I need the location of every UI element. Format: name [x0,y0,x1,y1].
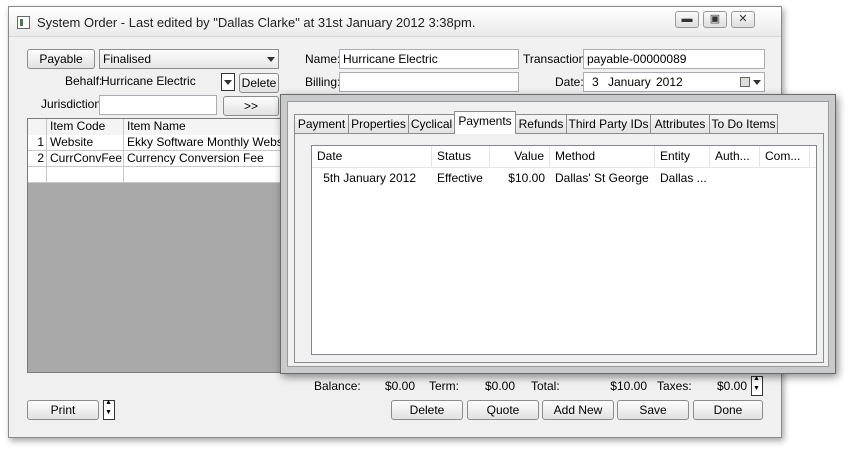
payment-details-popup: Payment Properties Cyclical Payments Ref… [280,94,836,374]
column-header-date[interactable]: Date [312,146,432,168]
taxes-label: Taxes: [657,379,692,393]
tab-payment[interactable]: Payment [294,114,349,133]
name-label: Name: [305,52,341,66]
column-header-value[interactable]: Value [490,146,550,168]
table-row[interactable] [28,167,280,183]
delete-button[interactable]: Delete [391,400,463,420]
window-title: System Order - Last edited by "Dallas Cl… [37,15,476,30]
term-value: $0.00 [484,379,515,393]
date-month[interactable]: January [608,73,651,91]
item-code-cell[interactable]: Website [47,135,124,151]
transaction-input[interactable]: payable-00000089 [583,49,765,69]
taxes-toggle-icon[interactable] [751,375,763,396]
payments-tab-pane: Date Status Value Method Entity Auth... … [294,133,824,363]
behalf-delete-button[interactable]: Delete [239,73,279,93]
behalf-value: Hurricane Electric [101,74,196,88]
row-number: 2 [28,151,47,167]
payment-method: Dallas' St George [555,171,649,185]
column-header-status[interactable]: Status [432,146,490,168]
term-label: Term: [429,379,459,393]
app-icon [17,16,30,29]
grid-header-num [28,119,47,135]
balance-value: $0.00 [384,379,415,393]
payments-list-header: Date Status Value Method Entity Auth... … [312,146,816,168]
date-label: Date: [555,75,584,89]
item-name-cell[interactable]: Ekky Software Monthly Website [124,135,280,151]
item-name-cell[interactable]: Currency Conversion Fee [124,151,280,167]
tab-attributes[interactable]: Attributes [650,114,710,133]
behalf-label: Behalf: [65,74,103,88]
items-grid: Item Code Item Name 1 Website Ekky Softw… [27,118,281,373]
quote-button[interactable]: Quote [467,400,539,420]
calendar-icon[interactable] [740,77,750,87]
balance-label: Balance: [314,379,361,393]
expand-button[interactable]: >> [223,96,279,116]
tab-properties[interactable]: Properties [348,114,409,133]
payment-status: Effective [437,171,483,185]
payable-button[interactable]: Payable [27,49,95,69]
jurisdiction-input[interactable] [99,95,217,115]
item-code-cell[interactable] [47,167,124,183]
total-label: Total: [531,379,560,393]
save-button[interactable]: Save [617,400,689,420]
item-code-cell[interactable]: CurrConvFee [47,151,124,167]
grid-header-item-code: Item Code [47,119,124,135]
payment-date: 5th January 2012 [323,171,416,185]
maximize-button[interactable]: ▣ [703,11,727,28]
tab-payments[interactable]: Payments [454,111,516,134]
billing-input[interactable] [339,72,519,92]
table-row[interactable]: 2 CurrConvFee Currency Conversion Fee [28,151,280,167]
column-header-auth[interactable]: Auth... [710,146,760,168]
tab-cyclical[interactable]: Cyclical [408,114,455,133]
date-year[interactable]: 2012 [656,73,683,91]
popup-panel: Payment Properties Cyclical Payments Ref… [287,101,829,367]
payment-entity: Dallas ... [660,171,707,185]
taxes-value: $0.00 [716,379,747,393]
grid-header: Item Code Item Name [28,119,280,135]
add-new-button[interactable]: Add New [542,400,614,420]
payment-auth [710,168,760,188]
transaction-label: Transaction: [523,52,589,66]
column-header-entity[interactable]: Entity [655,146,710,168]
row-number: 1 [28,135,47,151]
billing-label: Billing: [305,75,341,89]
column-header-method[interactable]: Method [550,146,655,168]
payments-list: Date Status Value Method Entity Auth... … [311,145,817,355]
list-item[interactable]: 5th January 2012 Effective $10.00 Dallas… [312,168,816,188]
close-button[interactable]: ✕ [731,11,755,28]
item-name-cell[interactable] [124,167,280,183]
done-button[interactable]: Done [693,400,763,420]
row-number [28,167,47,183]
column-header-com[interactable]: Com... [760,146,810,168]
minimize-button[interactable]: ▬ [675,11,699,28]
jurisdiction-label: Jurisdiction: [41,97,105,111]
status-select[interactable]: Finalised [99,49,279,69]
tab-to-do-items[interactable]: To Do Items [709,114,778,133]
tab-refunds[interactable]: Refunds [515,114,567,133]
date-picker[interactable]: 3 January 2012 [583,72,765,92]
print-options-icon[interactable] [103,399,115,420]
chevron-down-icon [224,80,232,85]
total-value: $10.00 [610,379,647,393]
title-bar: System Order - Last edited by "Dallas Cl… [9,7,781,37]
date-day[interactable]: 3 [592,73,599,91]
chevron-down-icon[interactable] [753,80,761,85]
status-select-value: Finalised [103,52,152,66]
print-button[interactable]: Print [27,400,99,420]
tab-third-party-ids[interactable]: Third Party IDs [566,114,651,133]
payment-com [760,168,810,188]
name-input[interactable]: Hurricane Electric [339,49,519,69]
behalf-dropdown-button[interactable] [221,73,235,91]
grid-header-item-name: Item Name [124,119,280,135]
payment-value: $10.00 [508,171,545,185]
chevron-down-icon [267,57,275,62]
table-row[interactable]: 1 Website Ekky Software Monthly Website [28,135,280,151]
